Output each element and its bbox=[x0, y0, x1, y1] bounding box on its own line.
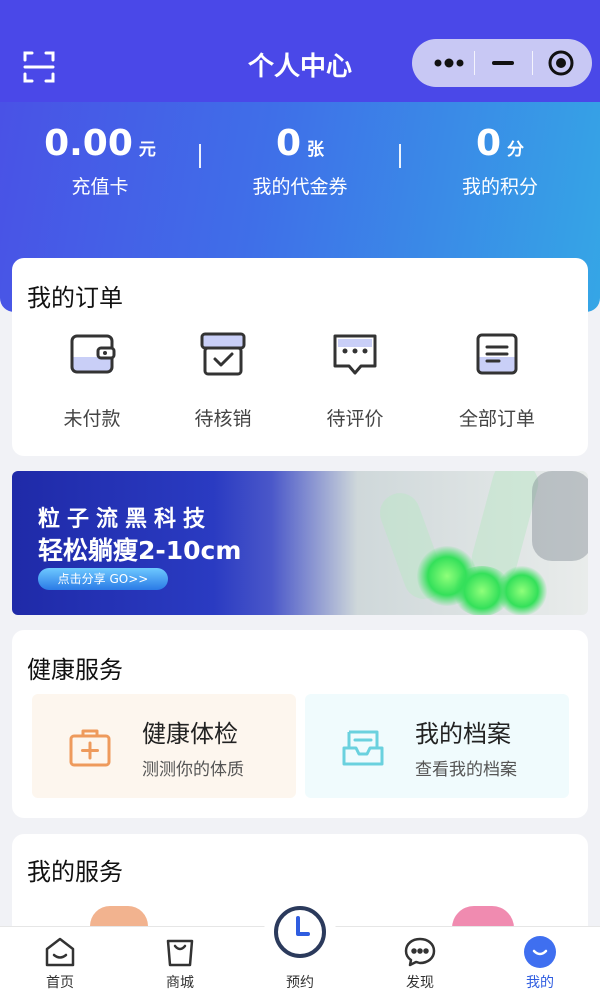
stat-unit: 张 bbox=[307, 140, 325, 160]
stat-points[interactable]: 0分 我的积分 bbox=[400, 120, 600, 200]
order-pending-verify[interactable]: 待核销 bbox=[158, 330, 288, 431]
order-label: 未付款 bbox=[63, 408, 121, 430]
mini-program-capsule bbox=[412, 39, 592, 87]
minimize-icon[interactable] bbox=[478, 39, 528, 87]
tab-label: 发现 bbox=[406, 975, 434, 991]
tab-mine[interactable]: 我的 bbox=[480, 927, 600, 997]
banner-subheadline: 轻松躺瘦2-10cm bbox=[38, 536, 242, 565]
stat-value: 0 bbox=[275, 123, 302, 164]
more-dots-icon[interactable] bbox=[424, 39, 474, 87]
tab-home[interactable]: 首页 bbox=[0, 927, 120, 997]
service-title: 我的档案 bbox=[415, 720, 511, 748]
tab-label: 首页 bbox=[46, 975, 74, 991]
order-unpaid[interactable]: 未付款 bbox=[27, 330, 157, 431]
promo-banner[interactable]: 粒子流黑科技 轻松躺瘦2-10cm 点击分享 GO>> bbox=[12, 471, 588, 615]
tab-label: 预约 bbox=[286, 975, 314, 991]
stat-unit: 分 bbox=[507, 140, 525, 160]
tab-discover[interactable]: 发现 bbox=[360, 927, 480, 997]
service-subtitle: 测测你的体质 bbox=[142, 760, 244, 780]
order-all[interactable]: 全部订单 bbox=[432, 330, 562, 431]
medical-kit-icon bbox=[68, 728, 112, 768]
service-subtitle: 查看我的档案 bbox=[415, 760, 517, 780]
order-label: 待评价 bbox=[326, 408, 384, 430]
tab-label: 我的 bbox=[526, 975, 554, 991]
stat-voucher[interactable]: 0张 我的代金券 bbox=[200, 120, 400, 200]
chat-bubble-icon bbox=[403, 935, 437, 969]
box-check-icon bbox=[199, 330, 247, 378]
banner-decor bbox=[532, 471, 588, 561]
home-icon bbox=[43, 935, 77, 969]
stat-label: 我的积分 bbox=[461, 176, 538, 198]
archive-tray-icon bbox=[341, 728, 385, 768]
stat-label: 我的代金券 bbox=[252, 176, 348, 198]
target-close-icon[interactable] bbox=[536, 39, 586, 87]
wallet-icon bbox=[68, 330, 116, 378]
service-title: 健康体检 bbox=[142, 720, 238, 748]
stat-label: 充值卡 bbox=[71, 176, 129, 198]
stat-value: 0 bbox=[475, 123, 502, 164]
order-label: 待核销 bbox=[194, 408, 252, 430]
tab-mall[interactable]: 商城 bbox=[120, 927, 240, 997]
stat-value: 0.00 bbox=[44, 123, 133, 164]
stat-unit: 元 bbox=[138, 140, 156, 160]
smile-face-icon bbox=[523, 935, 557, 969]
banner-share-button[interactable]: 点击分享 GO>> bbox=[38, 568, 168, 590]
clock-icon bbox=[274, 906, 326, 958]
my-archive[interactable]: 我的档案 查看我的档案 bbox=[305, 694, 569, 798]
banner-headline: 粒子流黑科技 bbox=[38, 507, 213, 532]
tab-label: 商城 bbox=[166, 975, 194, 991]
health-card: 健康服务 健康体检 测测你的体质 我的档案 查看我的档案 bbox=[12, 630, 588, 818]
orders-card: 我的订单 未付款 待核销 待评价 全部订单 bbox=[12, 258, 588, 456]
comment-icon bbox=[331, 330, 379, 378]
stat-recharge-card[interactable]: 0.00 元 充值卡 bbox=[0, 120, 200, 200]
health-title: 健康服务 bbox=[27, 656, 123, 684]
order-pending-review[interactable]: 待评价 bbox=[290, 330, 420, 431]
orders-title: 我的订单 bbox=[27, 284, 123, 312]
services-title: 我的服务 bbox=[27, 858, 123, 886]
banner-glow bbox=[497, 566, 547, 615]
appointment-center-button[interactable] bbox=[264, 896, 336, 968]
health-checkup[interactable]: 健康体检 测测你的体质 bbox=[32, 694, 296, 798]
order-label: 全部订单 bbox=[458, 408, 535, 430]
list-doc-icon bbox=[473, 330, 521, 378]
shopping-bag-icon bbox=[163, 935, 197, 969]
